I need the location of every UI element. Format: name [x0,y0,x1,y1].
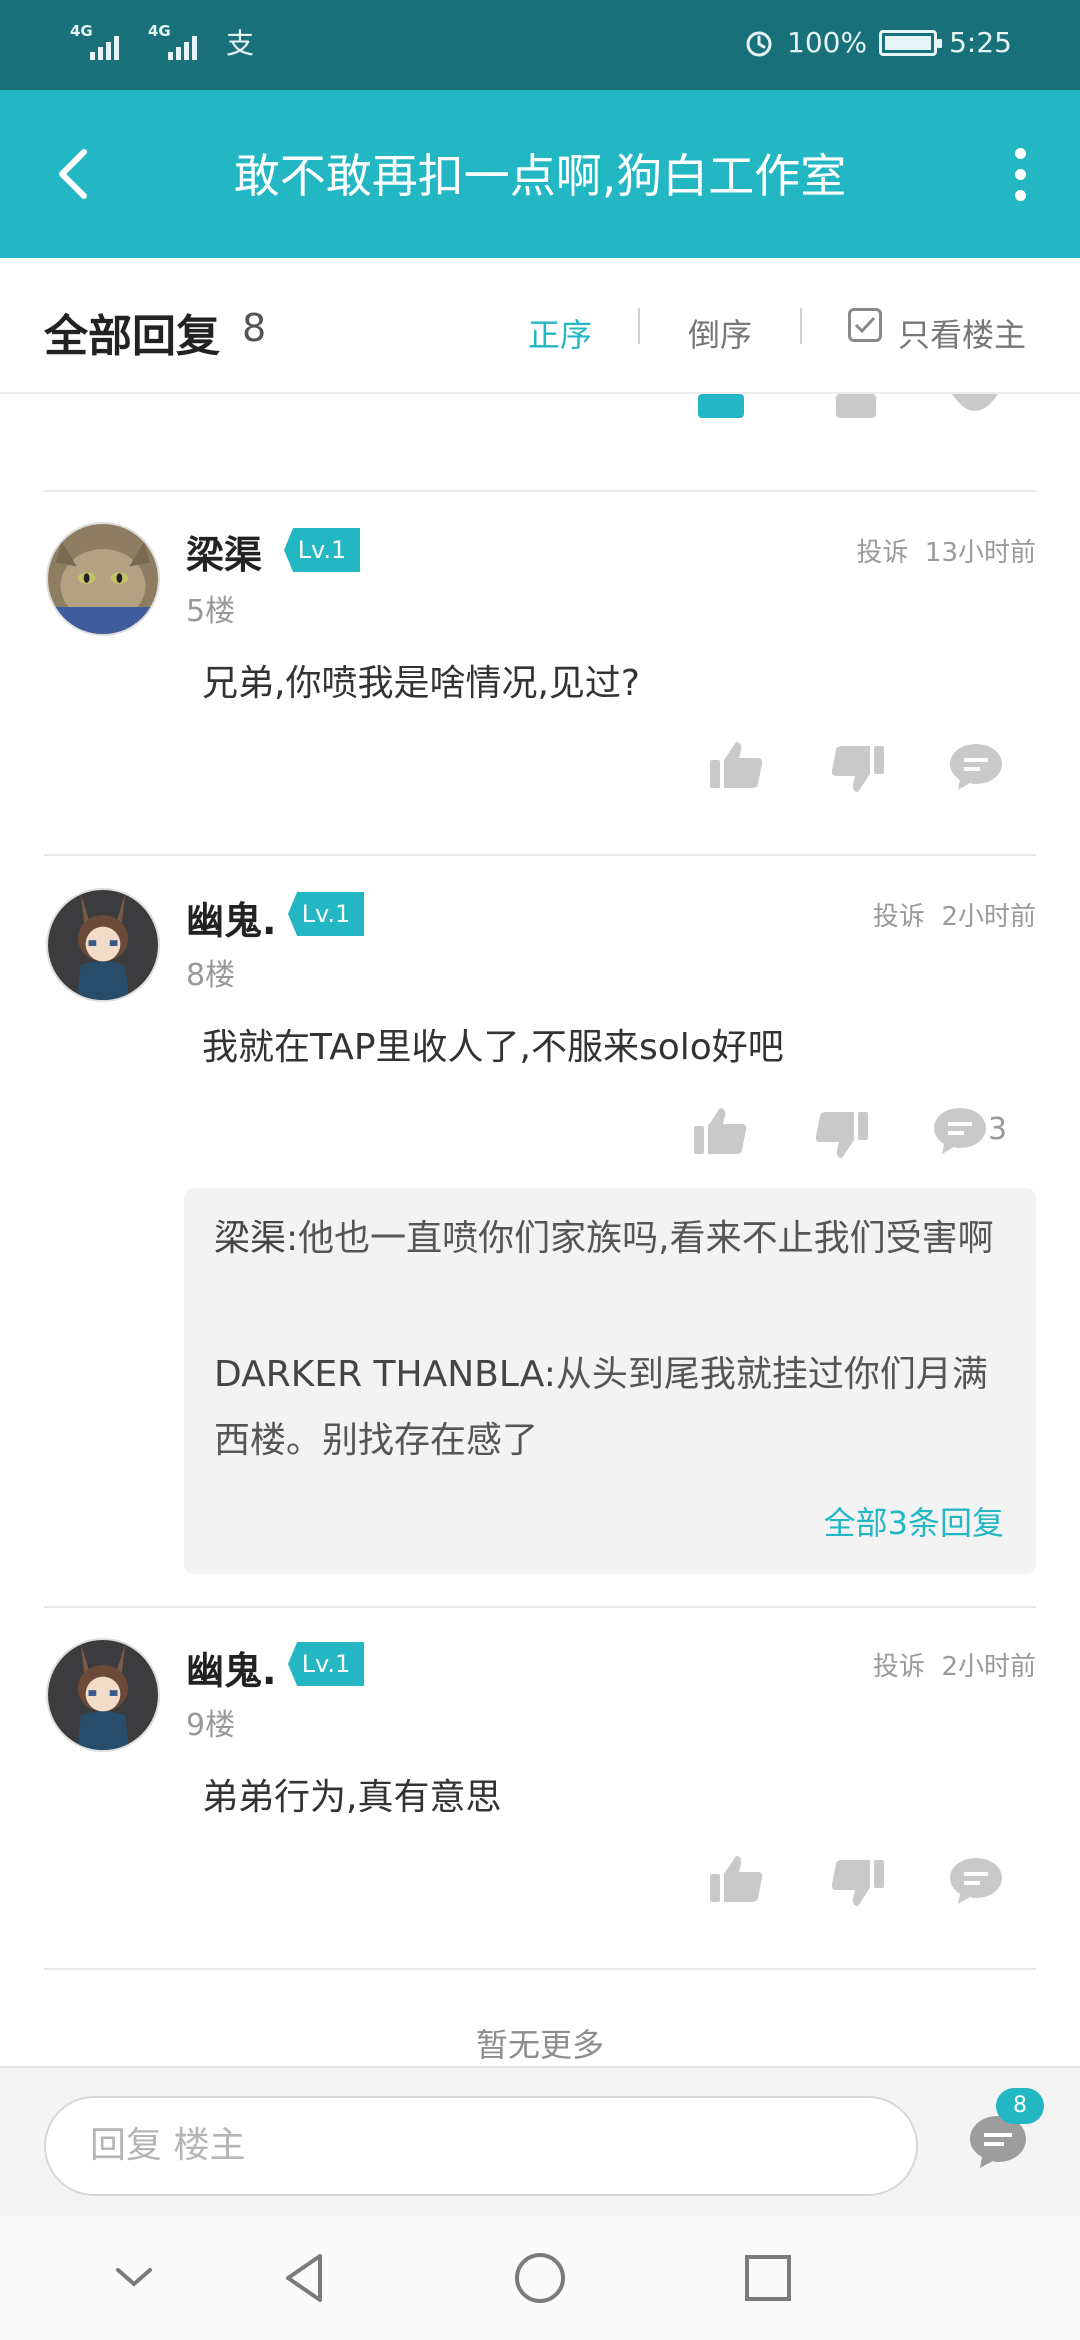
username[interactable]: 幽鬼. [186,890,276,945]
reply-count[interactable]: 3 [988,1112,1007,1147]
app-notification-icon: 支 [226,27,255,60]
username[interactable]: 梁渠 [186,524,262,579]
app-bar: 敢不敢再扣一点啊,狗白工作室 [0,90,1080,258]
only-op-checkbox[interactable] [848,308,882,342]
only-op-label[interactable]: 只看楼主 [898,310,1026,356]
back-triangle-icon [286,2254,322,2302]
thumbs-down-icon[interactable] [830,1858,886,1908]
sort-divider [800,308,802,344]
back-arrow-icon [59,149,87,199]
username[interactable]: 幽鬼. [186,1640,276,1695]
level-badge: Lv.1 [288,1642,364,1686]
battery-icon [879,29,943,56]
timestamp: 2小时前 [941,902,1036,932]
comment-text: 我就在TAP里收人了,不服来solo好吧 [202,1027,784,1068]
sub-reply: 梁渠:他也一直喷你们家族吗,看来不止我们受害啊 [214,1206,1014,1272]
comment-icon[interactable] [950,394,1000,422]
sort-descending-tab[interactable]: 倒序 [688,310,752,356]
report-link[interactable]: 投诉 [873,902,925,932]
floor-number: 8楼 [186,958,236,993]
sub-reply-author[interactable]: DARKER THANBLA: [214,1354,556,1395]
back-button[interactable] [36,134,116,214]
thumbs-up-icon[interactable] [698,394,748,420]
alarm-icon [746,31,772,56]
status-right: 100% 5:25 [743,26,1012,59]
comment-divider [44,854,1036,856]
signal-icon: 4G [70,22,132,62]
battery-percent: 100% [787,26,868,59]
more-button[interactable] [990,134,1050,214]
floor-number: 5楼 [186,594,236,629]
more-vertical-icon [1014,147,1026,159]
all-replies-link[interactable]: 全部3条回复 [824,1498,1004,1544]
status-bar: 4G 4G 支 100% 5:25 [0,0,1080,90]
timestamp: 13小时前 [924,538,1036,568]
floor-number: 9楼 [186,1708,236,1743]
avatar[interactable] [46,1638,160,1752]
page-title: 敢不敢再扣一点啊,狗白工作室 [233,149,847,203]
system-nav-bar [0,2216,1080,2340]
home-circle-icon [515,2253,565,2303]
sub-replies-box[interactable]: 梁渠:他也一直喷你们家族吗,看来不止我们受害啊 DARKER THANBLA:从… [184,1188,1036,1574]
nav-recents-button[interactable] [734,2244,802,2312]
status-left: 4G 4G 支 [70,22,254,62]
comment-text: 兄弟,你喷我是啥情况,见过? [202,663,640,704]
comment-divider [44,490,1036,492]
reply-total-count: 8 [242,306,267,350]
sort-bar: 全部回复 8 正序 倒序 只看楼主 [0,258,1080,394]
nav-collapse-button[interactable] [100,2244,168,2312]
level-badge: Lv.1 [284,528,360,572]
sub-reply-author[interactable]: 梁渠: [214,1218,298,1259]
comment-meta: 投诉 13小时前 [856,532,1036,569]
signal-icon: 4G [148,22,210,62]
sort-ascending-tab[interactable]: 正序 [528,310,592,356]
comment-divider [44,1606,1036,1608]
comment-count-badge: 8 [996,2088,1044,2124]
anime-avatar [48,890,158,1000]
comment-divider [44,1968,1036,1970]
thumbs-up-icon[interactable] [708,1854,764,1904]
chevron-down-icon [116,2268,152,2287]
thumbs-down-icon[interactable] [832,394,882,424]
comment-icon[interactable] [932,1106,988,1156]
reply-bar: 回复 楼主 8 [0,2066,1080,2216]
timestamp: 2小时前 [941,1652,1036,1682]
cat-avatar [48,524,158,634]
anime-avatar [48,1640,158,1750]
thumbs-down-icon[interactable] [814,1110,870,1160]
comment-meta: 投诉 2小时前 [873,1646,1036,1683]
report-link[interactable]: 投诉 [856,538,908,568]
sort-divider [638,308,640,344]
sub-reply-text: 他也一直喷你们家族吗,看来不止我们受害啊 [298,1218,994,1259]
thumbs-down-icon[interactable] [830,744,886,794]
thumbs-up-icon[interactable] [692,1106,748,1156]
thumbs-up-icon[interactable] [708,740,764,790]
level-badge: Lv.1 [288,892,364,936]
no-more-label: 暂无更多 [475,2026,604,2064]
avatar[interactable] [46,888,160,1002]
status-time: 5:25 [949,26,1012,59]
comment-icon[interactable] [948,1856,1004,1906]
all-replies-label: 全部回复 [44,311,220,362]
sub-reply: DARKER THANBLA:从头到尾我就挂过你们月满西楼。别找存在感了 [214,1342,1014,1474]
comment-text: 弟弟行为,真有意思 [202,1777,502,1818]
comment-icon[interactable] [948,742,1004,792]
report-link[interactable]: 投诉 [873,1652,925,1682]
check-icon [854,316,876,334]
reply-input[interactable]: 回复 楼主 [44,2096,918,2196]
recents-square-icon [745,2255,791,2301]
nav-home-button[interactable] [506,2244,574,2312]
comment-meta: 投诉 2小时前 [873,896,1036,933]
avatar[interactable] [46,522,160,636]
nav-back-button[interactable] [274,2244,342,2312]
